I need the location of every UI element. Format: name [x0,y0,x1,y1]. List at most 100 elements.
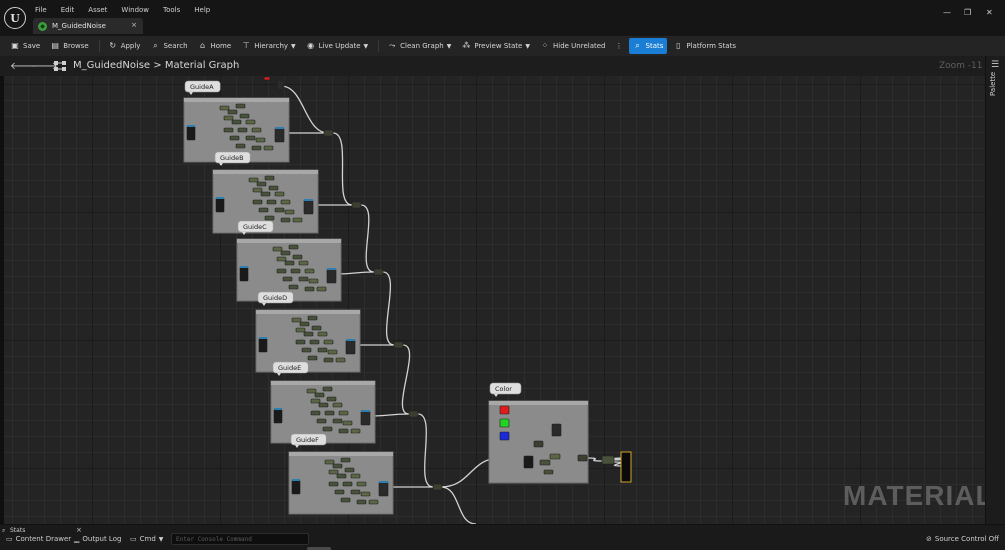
comment-guided: GuideD [257,291,294,306]
document-tab[interactable]: ◆ M_GuidedNoise × [33,18,143,34]
platform-stats-button[interactable]: ▯ Platform Stats [669,38,740,54]
noise-node [360,491,371,497]
guide-group-6-header [289,452,393,456]
color-lerp-node [533,440,544,448]
input-node [239,266,249,282]
apply-button[interactable]: ↻ Apply [104,38,145,54]
hide-unrelated-icon: ⁘ [541,41,549,50]
content-drawer-button[interactable]: ▭ Content Drawer [6,535,71,543]
graph-breadcrumb-bar: 🡐 🡒 M_GuidedNoise > Material Graph Zoom … [0,56,1005,76]
hide-unrelated-button[interactable]: ⁘ Hide Unrelated [536,38,610,54]
blue-swatch-node [499,431,510,441]
noise-node [322,426,333,432]
chevron-down-icon: ▼ [446,42,452,50]
toolbar-divider [98,40,100,52]
save-button[interactable]: ▣ Save [6,38,44,54]
chevron-down-icon: ▼ [525,42,530,50]
noise-node [317,347,328,353]
noise-node [350,489,361,495]
restore-icon[interactable]: ❐ [964,8,971,17]
noise-node [284,209,295,215]
status-bar: ⌕ Stats × ▭ Content Drawer ▁ Output Log ▭ C… [0,524,1005,550]
noise-node [284,260,295,266]
comment-guideb-pointer [219,163,223,166]
noise-node [264,175,275,181]
output-node-header [304,199,313,201]
output-log-button[interactable]: ▁ Output Log [74,535,121,543]
noise-node [318,402,329,408]
noise-node [298,276,309,282]
close-icon[interactable]: × [76,526,82,534]
color-out-node [577,454,588,462]
noise-node [251,145,262,151]
clean-graph-button[interactable]: ⤳ Clean Graph ▼ [383,38,455,54]
menu-icon[interactable]: ☰ [991,60,999,70]
palette-tab[interactable]: Palette [989,72,997,96]
noise-node [332,418,343,424]
minimize-icon[interactable]: — [943,8,951,17]
close-window-icon[interactable]: ✕ [986,8,993,17]
noise-node [268,185,279,191]
unreal-logo-icon[interactable]: U [4,7,26,29]
noise-node [223,127,234,133]
noise-node [307,315,318,321]
noise-node [291,317,302,323]
console-command-input[interactable] [171,533,309,545]
noise-node [310,410,321,416]
noise-node [314,392,325,398]
browse-label: Browse [63,42,89,50]
search-button[interactable]: ⌕ Search [146,38,191,54]
menu-asset[interactable]: Asset [83,4,112,16]
menu-edit[interactable]: Edit [56,4,80,16]
input-node-header [216,197,224,199]
menu-tools[interactable]: Tools [158,4,185,16]
cmd-dropdown[interactable]: ▭ Cmd ▼ [130,535,163,543]
noise-node [304,286,315,292]
color-mult-node [539,459,551,466]
live-update-button[interactable]: ◉ Live Update ▼ [302,38,373,54]
noise-node [280,250,291,256]
comment-color-pointer [494,394,498,397]
more-options-button[interactable]: ⋮ [612,38,627,54]
output-node [378,481,389,497]
tab-close-icon[interactable]: × [131,21,137,29]
menu-bar: File Edit Asset Window Tools Help [30,4,219,16]
group-output-wire [369,413,410,417]
preview-state-button[interactable]: ⁂ Preview State ▼ [457,38,534,54]
chevron-down-icon: ▼ [158,535,164,543]
group-output-wire [335,271,375,275]
home-button[interactable]: ⌂ Home [194,38,236,54]
noise-node [295,327,306,333]
menu-help[interactable]: Help [189,4,215,16]
hide-unrelated-label: Hide Unrelated [552,42,606,50]
clean-graph-label: Clean Graph [400,42,444,50]
noise-node [301,347,312,353]
noise-node [307,355,318,361]
noise-node [316,418,327,424]
home-icon: ⌂ [199,41,206,50]
menu-file[interactable]: File [30,4,52,16]
color-node [543,469,554,475]
hierarchy-button[interactable]: ⊤ Hierarchy ▼ [237,38,299,54]
noise-node [255,137,266,143]
noise-node [256,181,267,187]
save-label: Save [23,42,41,50]
material-graph-canvas[interactable]: GuideA GuideB GuideC GuideD GuideE GuideF Colo… [4,76,985,524]
guide-group-3-header [237,239,341,243]
chain-wire [382,271,395,346]
menu-window[interactable]: Window [116,4,154,16]
noise-node [340,497,351,503]
title-bar: U File Edit Asset Window Tools Help ◆ M_… [0,0,1005,36]
breadcrumb-graph[interactable]: Material Graph [165,60,239,71]
browse-button[interactable]: ▤ Browse [46,38,93,54]
noise-node [316,286,327,292]
content-drawer-label: Content Drawer [15,535,72,543]
comment-guidee: GuideE [272,361,309,376]
source-control-button[interactable]: ⊘ Source Control Off [926,535,999,543]
breadcrumb-asset[interactable]: M_GuidedNoise [73,60,150,71]
noise-node [356,499,367,505]
noise-node [292,254,303,260]
output-log-icon: ▁ [74,535,80,543]
stats-button[interactable]: ⌕ Stats [628,38,668,54]
save-icon: ▣ [11,41,19,50]
